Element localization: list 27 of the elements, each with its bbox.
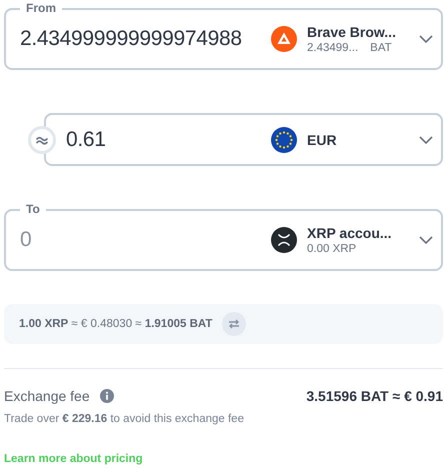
asset-name: XRP accou... [307,225,393,241]
asset-name: EUR [307,132,338,148]
triangle-logo-icon [271,26,297,52]
currency-selector[interactable]: XRP accou... 0.00 XRP [271,221,433,259]
fee-label: Exchange fee [4,388,90,404]
chevron-down-icon [419,236,433,244]
exchange-rate: 1.00 XRP ≈ € 0.48030 ≈ 1.91005 BAT [19,318,212,330]
fee-amount: 3.51596 BAT ≈ € 0.91 [306,388,443,404]
amount-input[interactable]: 0.61 [66,128,271,152]
swap-icon [36,134,48,144]
asset-name: Brave Brow... [307,24,397,40]
amount-input[interactable]: 2.434999999999974988 [20,27,271,51]
asset-balance: 0.00 XRP [307,243,356,255]
fee-note: Trade over € 229.16 to avoid this exchange fee [4,413,245,425]
flag-icon [271,126,297,152]
chevron-down-icon [419,35,433,43]
info-icon[interactable] [100,389,114,403]
swap-rate-button[interactable] [222,312,246,336]
convert-button[interactable] [28,126,56,154]
asset-code: BAT [370,42,392,54]
currency-selector[interactable]: Brave Brow... 2.43499... BAT [271,20,433,58]
amount-input[interactable]: 0 [20,228,271,252]
chevron-down-icon [419,136,433,144]
amount-field[interactable]: 0.61 EUR [44,113,443,166]
swap-arrows-icon [228,319,240,329]
asset-balance: 2.43499... [307,42,358,54]
currency-selector[interactable]: EUR [271,122,433,156]
